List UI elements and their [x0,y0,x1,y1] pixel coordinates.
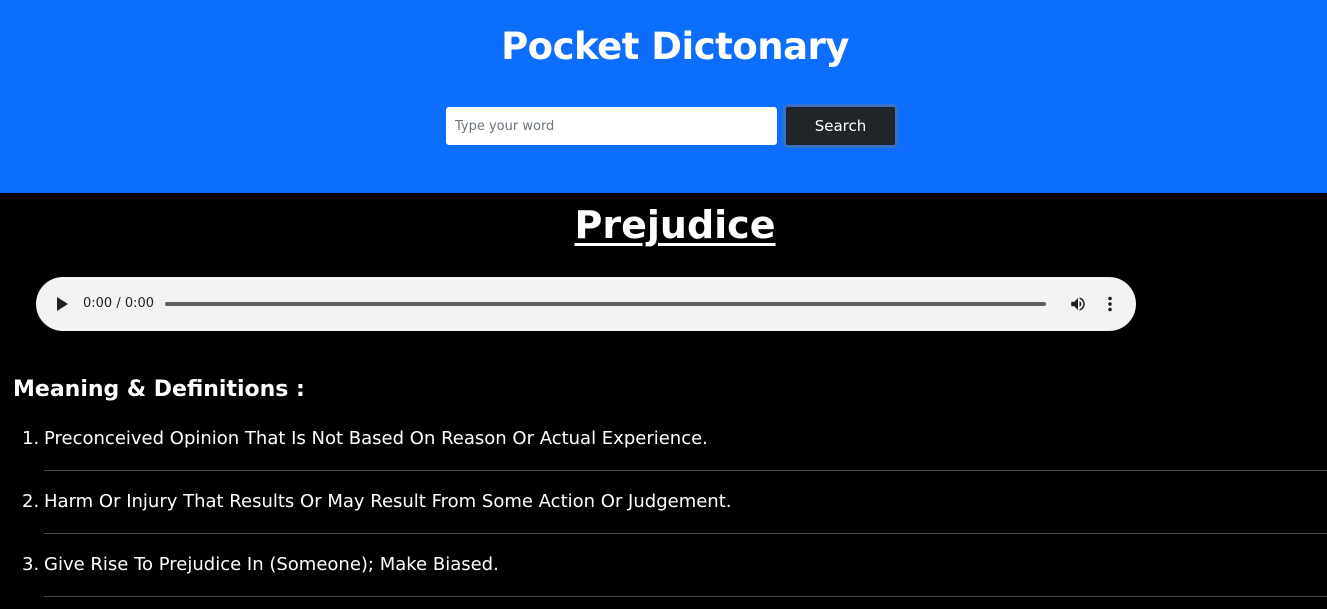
word-title: Prejudice [574,203,776,247]
volume-icon[interactable] [1069,295,1087,313]
audio-progress-bar[interactable] [165,302,1046,306]
search-input[interactable] [446,107,777,145]
definition-item: 2. Harm Or Injury That Results Or May Re… [22,471,1327,534]
definition-text: Preconceived Opinion That Is Not Based O… [44,428,708,449]
definition-number: 2. [22,491,40,512]
definition-item: 3. Give Rise To Prejudice In (Someone); … [22,534,1327,597]
definition-item: 1. Preconceived Opinion That Is Not Base… [22,408,1327,471]
definition-text: Give Rise To Prejudice In (Someone); Mak… [44,554,499,575]
more-vertical-icon[interactable] [1100,294,1120,314]
definition-number: 1. [22,428,40,449]
definitions-heading: Meaning & Definitions : [13,377,305,402]
header: Pocket Dictonary Search [0,0,1327,193]
definition-number: 3. [22,554,40,575]
play-icon[interactable] [57,297,68,311]
search-button[interactable]: Search [783,104,898,148]
time-display: 0:00 / 0:00 [83,296,155,311]
definition-text: Harm Or Injury That Results Or May Resul… [44,491,732,512]
audio-player: 0:00 / 0:00 [36,277,1136,331]
app-title: Pocket Dictonary [501,25,849,68]
